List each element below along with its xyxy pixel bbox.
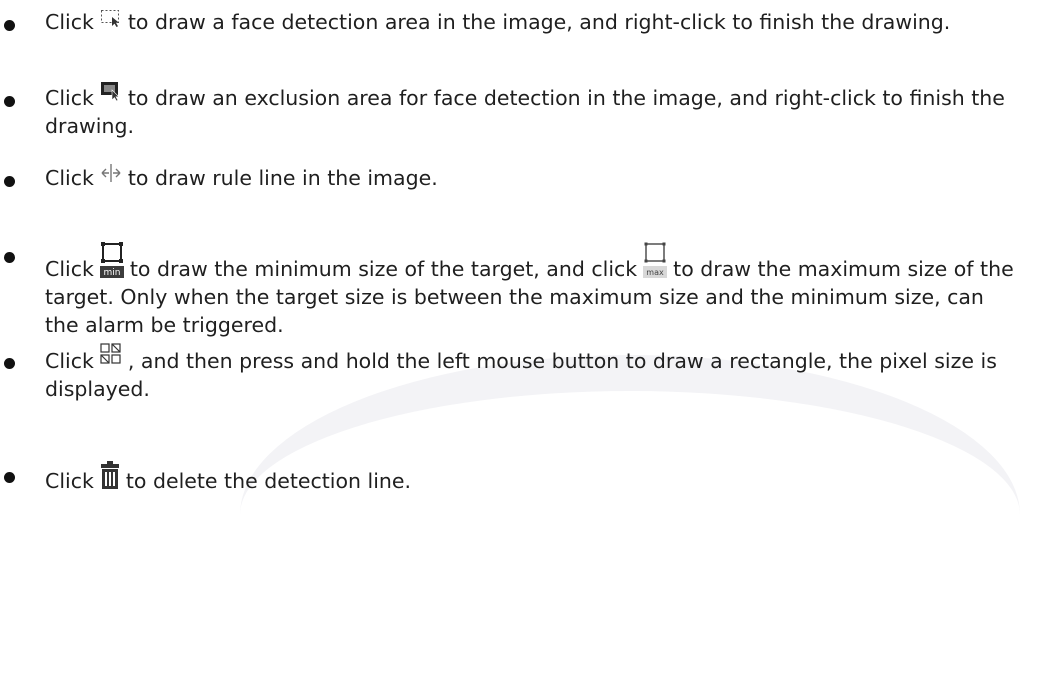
list-item: Click to draw rule line in the image.	[0, 164, 1020, 192]
list-item-text: Click to draw a face detection area in th…	[45, 9, 951, 34]
pixel-counter-icon[interactable]	[100, 343, 122, 365]
face-area-draw-icon[interactable]	[100, 9, 122, 27]
max-label: max	[646, 268, 664, 277]
list-item-text: Click, and then press and hold the left …	[45, 343, 1020, 403]
list-item-text: Click to delete the detection line.	[45, 460, 1020, 495]
bullet	[4, 472, 15, 483]
max-size-icon[interactable]: max	[643, 242, 668, 278]
rule-line-icon[interactable]	[100, 163, 122, 183]
exclusion-area-draw-icon[interactable]	[100, 81, 122, 101]
bullet	[4, 20, 15, 31]
bullet	[4, 252, 15, 263]
list-item-text: Click to draw an exclusion area for face …	[45, 81, 1020, 140]
list-item: Click to draw an exclusion area for face …	[0, 81, 1020, 140]
bullet	[4, 96, 15, 107]
bullet	[4, 358, 15, 369]
list-item-text: Click to draw rule line in the image.	[45, 164, 1020, 192]
bullet	[4, 176, 15, 187]
delete-trash-icon[interactable]	[100, 461, 120, 489]
min-label: min	[103, 268, 120, 278]
list-item: Click min to draw the minimum size of the …	[0, 224, 1020, 339]
list-item: Click, and then press and hold the left …	[0, 343, 1020, 403]
list-item: Click to delete the detection line.	[0, 450, 1020, 495]
background-watermark-arc	[240, 355, 1020, 675]
list-item: Click to draw a face detection area in th…	[0, 8, 1020, 36]
list-item-text: Click min to draw the minimum size of the …	[45, 240, 1020, 339]
min-size-icon[interactable]: min	[99, 242, 124, 278]
